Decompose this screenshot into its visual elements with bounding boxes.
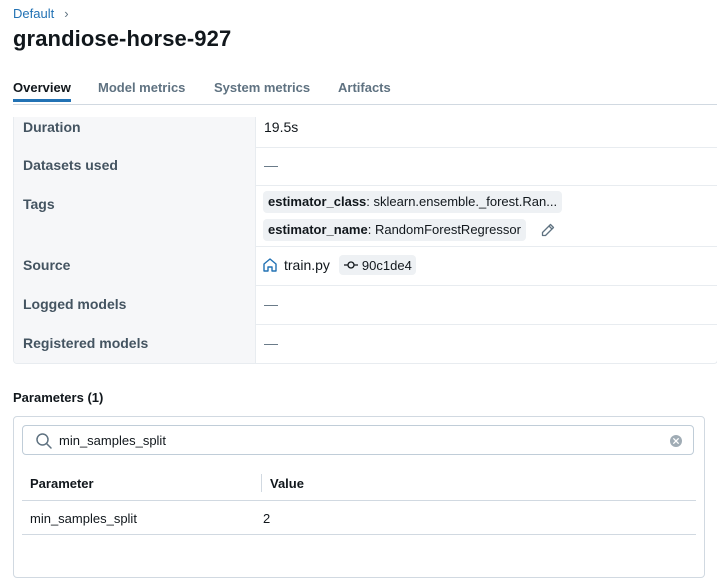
tab-overview[interactable]: Overview: [13, 80, 71, 102]
source-file-link[interactable]: train.py: [284, 257, 330, 273]
parameter-name-cell: min_samples_split: [30, 511, 137, 526]
detail-row-logged-models: Logged models —: [14, 285, 717, 325]
tag-estimator-class[interactable]: estimator_class: sklearn.ensemble._fores…: [263, 191, 563, 213]
duration-value: 19.5s: [264, 119, 299, 135]
chevron-right-icon: ›: [64, 6, 69, 21]
column-header-value[interactable]: Value: [270, 476, 304, 491]
parameter-value-cell: 2: [263, 511, 271, 526]
parameters-title: Parameters (1): [13, 390, 104, 405]
tab-system-metrics[interactable]: System metrics: [214, 80, 310, 95]
home-icon: [263, 258, 277, 272]
logged-models-value: —: [264, 296, 278, 312]
column-header-parameter[interactable]: Parameter: [30, 476, 94, 491]
detail-row-duration: Duration 19.5s: [14, 117, 717, 148]
duration-label: Duration: [23, 119, 81, 135]
table-row: min_samples_split 2: [22, 501, 696, 535]
tab-bar: Overview Model metrics System metrics Ar…: [13, 80, 717, 105]
tag-key: estimator_name: [268, 222, 368, 237]
source-label: Source: [23, 257, 71, 273]
git-commit-icon: [343, 261, 358, 269]
tag-value: RandomForestRegressor: [374, 222, 521, 237]
logged-models-label: Logged models: [23, 296, 127, 312]
tag-key: estimator_class: [268, 194, 367, 209]
datasets-label: Datasets used: [23, 157, 118, 173]
parameters-panel: Parameter Value min_samples_split 2: [13, 416, 705, 578]
tags-label: Tags: [23, 196, 55, 212]
run-details-table: Duration 19.5s Datasets used — Tags esti…: [13, 117, 717, 364]
tab-artifacts[interactable]: Artifacts: [338, 80, 391, 95]
commit-hash: 90c1de4: [361, 257, 412, 273]
tab-model-metrics[interactable]: Model metrics: [98, 80, 185, 95]
pencil-icon[interactable]: [540, 222, 556, 238]
detail-row-datasets: Datasets used —: [14, 147, 717, 186]
parameter-search: [22, 425, 694, 455]
registered-models-value: —: [264, 335, 278, 351]
datasets-value: —: [264, 157, 278, 173]
search-icon: [36, 433, 52, 449]
parameters-table: Parameter Value min_samples_split 2: [22, 467, 696, 535]
page-title: grandiose-horse-927: [13, 26, 232, 51]
tag-estimator-name[interactable]: estimator_name: RandomForestRegressor: [263, 219, 526, 241]
tag-value: sklearn.ensemble._forest.Ran...: [373, 194, 558, 209]
detail-row-source: Source train.py 90c1de4: [14, 246, 717, 286]
detail-row-tags: Tags estimator_class: sklearn.ensemble._…: [14, 185, 717, 247]
registered-models-label: Registered models: [23, 335, 149, 351]
column-resize-handle[interactable]: [261, 474, 262, 492]
parameter-search-input[interactable]: [59, 430, 659, 450]
table-header: Parameter Value: [22, 467, 696, 501]
breadcrumb-experiment-link[interactable]: Default: [13, 6, 54, 21]
commit-badge[interactable]: 90c1de4: [338, 255, 416, 275]
detail-row-registered-models: Registered models —: [14, 324, 717, 363]
breadcrumb: Default ›: [13, 6, 69, 21]
clear-icon[interactable]: [669, 434, 683, 448]
